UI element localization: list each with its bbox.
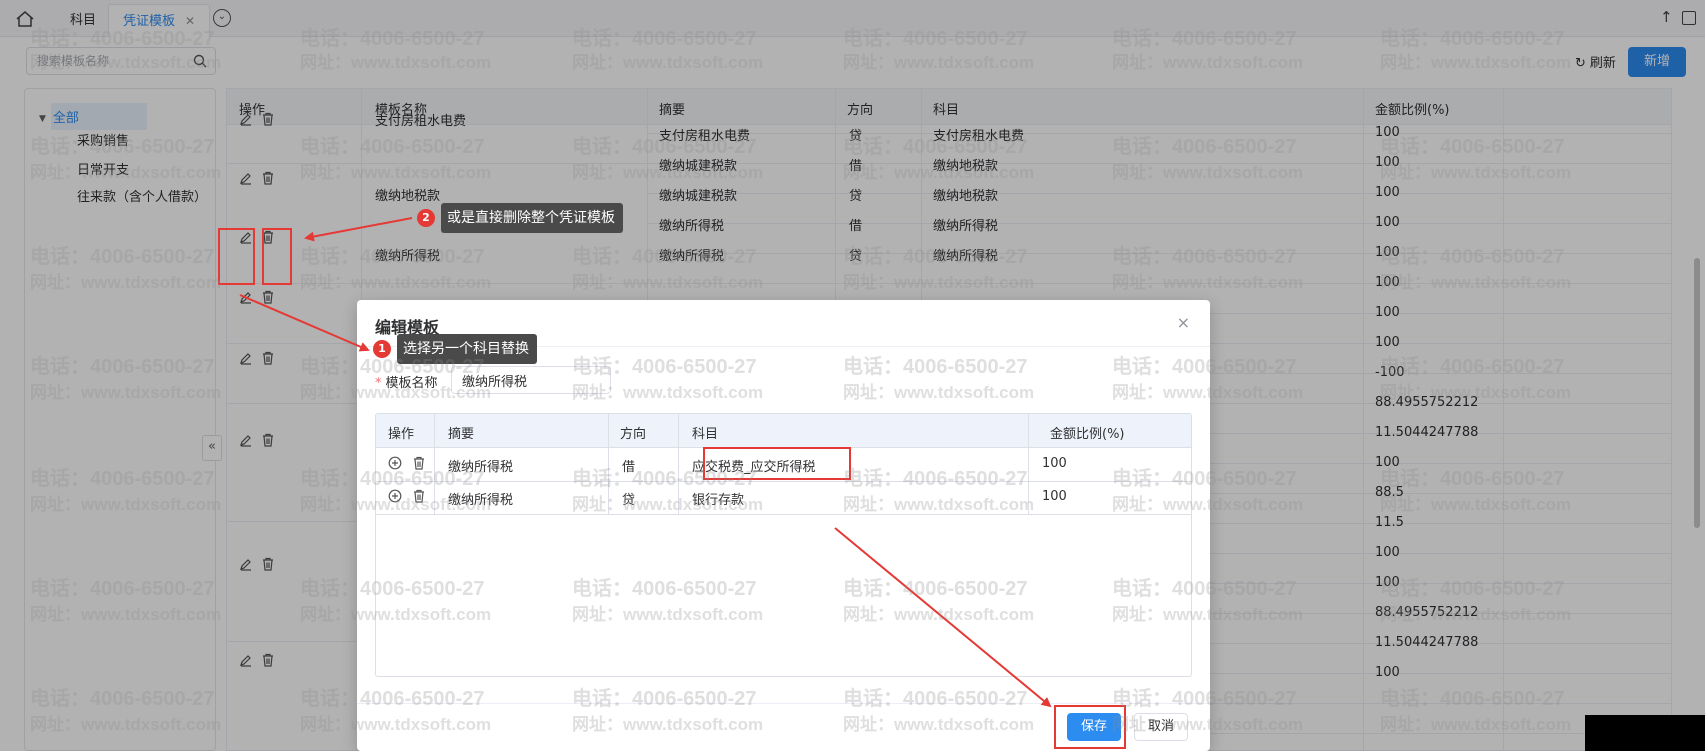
add-circle-icon[interactable]	[388, 456, 402, 470]
delete-icon[interactable]	[412, 489, 426, 503]
delete-icon[interactable]	[412, 456, 426, 470]
entry-ratio[interactable]: 100	[1042, 456, 1067, 471]
entry-actions	[388, 489, 432, 505]
add-circle-icon[interactable]	[388, 489, 402, 503]
highlight-edit	[218, 228, 255, 285]
entry-account[interactable]: 银行存款	[692, 489, 744, 508]
highlight-account	[703, 447, 851, 480]
highlight-save	[1054, 705, 1126, 749]
template-name-input[interactable]	[451, 366, 611, 394]
entry-actions	[388, 456, 432, 472]
entry-direction[interactable]: 借	[622, 456, 635, 475]
template-name-label-text: 模板名称	[385, 376, 438, 391]
step-2-badge: 2	[417, 209, 435, 227]
redaction-block	[1585, 715, 1705, 751]
col-account: 科目	[692, 427, 719, 442]
edit-template-dialog: 编辑模板 × *模板名称 操作 摘要 方向 科目 金额比例(%) 缴纳所得税 借…	[357, 300, 1210, 751]
step-1-tooltip: 选择另一个科目替换	[397, 334, 537, 364]
cancel-button[interactable]: 取消	[1134, 713, 1188, 741]
step-1-badge: 1	[373, 340, 391, 358]
col-ops: 操作	[388, 427, 415, 442]
step-2-tooltip: 或是直接删除整个凭证模板	[441, 203, 623, 233]
template-name-label: * 模板名称	[375, 376, 438, 391]
close-icon[interactable]: ×	[1177, 313, 1190, 332]
entry-summary[interactable]: 缴纳所得税	[448, 489, 513, 508]
entry-summary[interactable]: 缴纳所得税	[448, 456, 513, 475]
col-direction: 方向	[620, 427, 647, 442]
entry-ratio[interactable]: 100	[1042, 489, 1067, 504]
col-ratio: 金额比例(%)	[1050, 427, 1125, 442]
col-summary: 摘要	[448, 427, 475, 442]
entry-direction[interactable]: 贷	[622, 489, 635, 508]
entries-header: 操作 摘要 方向 科目 金额比例(%)	[376, 414, 1191, 448]
highlight-delete	[262, 228, 292, 285]
